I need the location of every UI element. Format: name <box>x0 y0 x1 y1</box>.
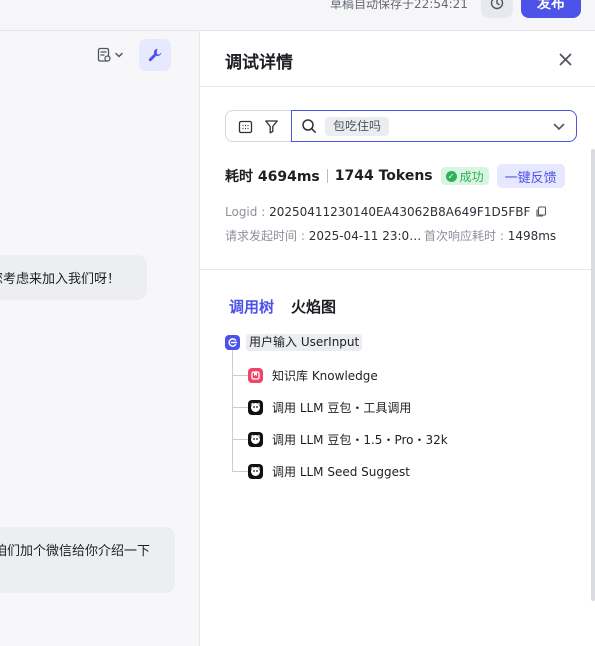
knowledge-icon <box>248 368 263 383</box>
tree-node-label: 知识库 Knowledge <box>272 369 378 383</box>
panel-title: 调试详情 <box>225 53 293 73</box>
selected-query-tag: 包吃住吗 <box>325 117 390 136</box>
tree-node[interactable]: 调用 LLM 豆包・工具调用 <box>232 399 411 416</box>
tree-node[interactable]: 知识库 Knowledge <box>232 367 378 384</box>
debug-detail-panel: 调试详情 包吃住吗 耗时 4694ms 1744 Tokens ✓ 成功 一键反… <box>199 31 595 646</box>
logid-value: 20250411230140EA43062B8A649F1D5FBF <box>269 205 531 219</box>
message-text: 您考虑来加入我们呀！ <box>0 272 121 287</box>
debug-tool-button[interactable] <box>139 39 171 71</box>
history-button[interactable] <box>481 0 513 18</box>
autosave-status: 草稿自动保存于22:54:21 <box>330 0 468 11</box>
memory-dropdown[interactable] <box>96 46 128 64</box>
first-response-row: 首次响应耗时 : 1498ms <box>424 227 556 244</box>
status-badge: ✓ 成功 <box>440 167 489 185</box>
tab-flame-graph[interactable]: 火焰图 <box>291 296 336 317</box>
user-input-icon <box>225 335 240 350</box>
first-response-value: 1498ms <box>507 229 557 243</box>
calendar-icon[interactable] <box>238 119 253 134</box>
check-icon: ✓ <box>445 170 457 182</box>
document-icon <box>97 47 111 62</box>
divider <box>200 86 595 87</box>
filter-row: 包吃住吗 <box>225 110 577 142</box>
separator <box>326 169 328 183</box>
tree-node-label: 调用 LLM 豆包・工具调用 <box>272 401 412 415</box>
query-select[interactable]: 包吃住吗 <box>291 110 577 142</box>
tokens-text: 1744 Tokens <box>334 168 433 184</box>
request-time-value: 2025-04-11 23:0… <box>308 229 422 243</box>
clock-icon <box>490 0 504 10</box>
tab-call-tree[interactable]: 调用树 <box>229 296 274 317</box>
tree-node[interactable]: 调用 LLM 豆包・1.5・Pro・32k <box>232 431 448 448</box>
tree-node[interactable]: 调用 LLM Seed Suggest <box>232 463 410 480</box>
tree-root-node[interactable]: 用户输入 UserInput <box>225 334 363 351</box>
trace-stats: 耗时 4694ms 1744 Tokens ✓ 成功 一键反馈 <box>225 164 565 188</box>
filter-icon-group <box>225 110 292 142</box>
divider <box>200 269 595 270</box>
wrench-icon <box>148 48 162 62</box>
llm-icon <box>248 400 263 415</box>
chevron-down-icon <box>553 123 565 131</box>
publish-button[interactable]: 发布 <box>521 0 581 18</box>
chat-message: 咱们加个微信给你介绍一下 <box>0 527 175 593</box>
duration-text: 耗时 4694ms <box>225 169 320 185</box>
request-time-label: 请求发起时间 : <box>225 229 305 243</box>
close-button[interactable] <box>555 49 575 69</box>
view-tabs: 调用树 火焰图 <box>229 296 336 317</box>
llm-icon <box>248 432 263 447</box>
llm-icon <box>248 464 263 479</box>
chat-message: 您考虑来加入我们呀！ <box>0 255 147 300</box>
first-response-label: 首次响应耗时 : <box>424 229 504 243</box>
panel-scrollbar[interactable] <box>591 149 595 601</box>
chevron-down-icon <box>115 52 123 58</box>
close-icon <box>559 53 571 65</box>
top-bar: 草稿自动保存于22:54:21 发布 <box>0 0 595 31</box>
filter-icon[interactable] <box>264 119 279 134</box>
status-label: 成功 <box>459 169 484 184</box>
logid-row: Logid : 20250411230140EA43062B8A649F1D5F… <box>225 205 547 219</box>
copy-icon[interactable] <box>535 206 547 218</box>
tree-node-label: 调用 LLM 豆包・1.5・Pro・32k <box>272 433 448 447</box>
chat-preview-area: 您考虑来加入我们呀！ 咱们加个微信给你介绍一下 <box>0 31 199 646</box>
tree-node-label: 调用 LLM Seed Suggest <box>272 465 410 479</box>
logid-label: Logid : <box>225 205 266 219</box>
message-text: 咱们加个微信给你介绍一下 <box>0 544 151 559</box>
search-icon <box>302 119 316 133</box>
request-time-row: 请求发起时间 : 2025-04-11 23:0… <box>225 227 421 244</box>
feedback-button[interactable]: 一键反馈 <box>496 164 565 188</box>
tree-root-label: 用户输入 UserInput <box>246 334 363 351</box>
